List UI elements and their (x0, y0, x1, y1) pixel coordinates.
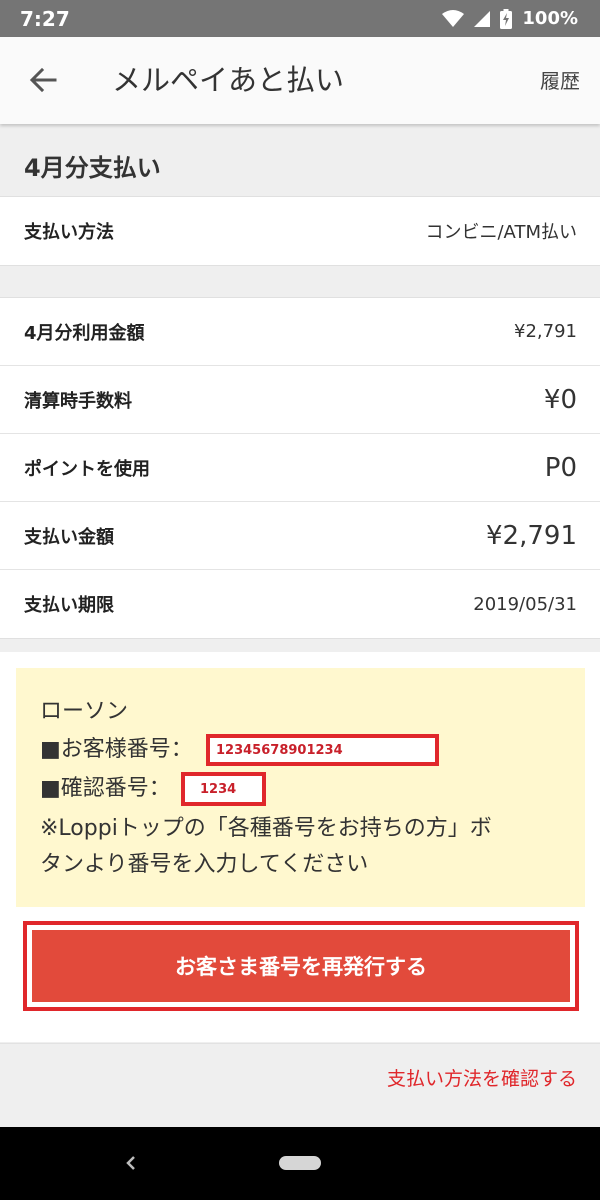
usage-amount-label: 4月分利用金額 (24, 322, 145, 344)
confirm-number-value: 1234 (181, 772, 266, 806)
fee-value: ¥0 (543, 384, 577, 415)
usage-amount-value: ¥2,791 (514, 321, 577, 342)
signal-icon (474, 10, 491, 27)
wifi-icon (442, 9, 465, 27)
payment-amount-label: 支払い金額 (24, 526, 114, 548)
confirm-payment-method-link[interactable]: 支払い方法を確認する (387, 1064, 577, 1094)
section-title: 4月分支払い (24, 154, 161, 182)
instruction-text-line2: タンより番号を入力してください (40, 852, 369, 877)
status-bar: 7:27 100% (0, 0, 600, 37)
payment-method-row: 支払い方法 コンビニ/ATM払い (0, 197, 600, 265)
reissue-button-frame: お客さま番号を再発行する (23, 921, 579, 1011)
nav-back-icon[interactable] (120, 1151, 142, 1175)
payment-details-card: 4月分利用金額 ¥2,791 清算時手数料 ¥0 ポイントを使用 P0 支払い金… (0, 297, 600, 639)
due-date-label: 支払い期限 (24, 595, 114, 616)
payment-method-label: 支払い方法 (24, 222, 114, 243)
reissue-customer-number-button[interactable]: お客さま番号を再発行する (32, 930, 570, 1002)
payment-amount-row: 支払い金額 ¥2,791 (0, 502, 600, 570)
battery-icon (500, 8, 513, 29)
system-nav-bar (0, 1127, 600, 1200)
history-button[interactable]: 履歴 (540, 65, 580, 97)
due-date-value: 2019/05/31 (473, 593, 577, 615)
points-row: ポイントを使用 P0 (0, 434, 600, 502)
points-value: P0 (544, 452, 577, 483)
status-icons: 100% (442, 8, 578, 29)
usage-amount-row: 4月分利用金額 ¥2,791 (0, 298, 600, 366)
battery-level: 100% (522, 8, 578, 29)
footer-area: 支払い方法を確認する (0, 1043, 600, 1128)
customer-number-value: 12345678901234 (206, 734, 439, 766)
due-date-row: 支払い期限 2019/05/31 (0, 570, 600, 638)
fee-label: 清算時手数料 (24, 390, 132, 412)
status-time: 7:27 (20, 6, 70, 31)
page-title: メルペイあと払い (112, 63, 345, 97)
arrow-left-icon[interactable] (27, 64, 59, 96)
instruction-text-line1: ※Loppiトップの「各種番号をお持ちの方」ボ (40, 816, 492, 841)
payment-amount-value: ¥2,791 (486, 520, 577, 551)
nav-home-button[interactable] (279, 1156, 321, 1170)
store-name: ローソン (40, 699, 129, 724)
fee-row: 清算時手数料 ¥0 (0, 366, 600, 434)
convenience-store-notice: ローソン ■お客様番号： 12345678901234 ■確認番号： 1234 … (16, 668, 585, 907)
payment-instructions-panel: ローソン ■お客様番号： 12345678901234 ■確認番号： 1234 … (0, 652, 600, 1042)
app-bar: メルペイあと払い 履歴 (0, 37, 600, 124)
customer-number-label: ■お客様番号： (40, 737, 193, 762)
payment-method-card: 支払い方法 コンビニ/ATM払い (0, 196, 600, 266)
points-label: ポイントを使用 (24, 458, 150, 480)
payment-method-value: コンビニ/ATM払い (425, 222, 577, 243)
confirm-number-label: ■確認番号： (40, 776, 171, 801)
